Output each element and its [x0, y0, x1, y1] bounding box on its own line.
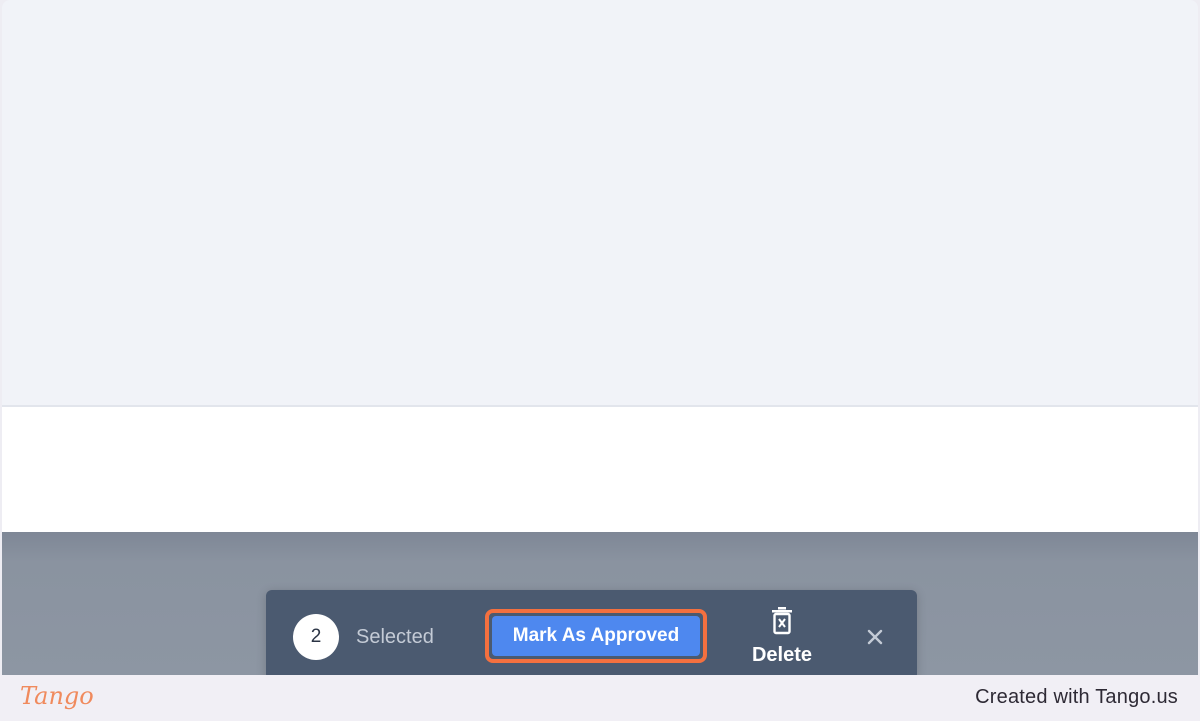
app-screenshot [2, 0, 1198, 675]
delete-label: Delete [751, 644, 813, 666]
selected-count-badge: 2 [293, 614, 339, 660]
close-icon[interactable] [864, 626, 886, 648]
selected-label: Selected [356, 626, 434, 648]
content-panel [2, 407, 1198, 532]
mark-as-approved-button[interactable]: Mark As Approved [492, 616, 700, 656]
delete-button[interactable]: Delete [740, 604, 824, 670]
bulk-action-bar: 2 Selected Mark As Approved Delete [266, 590, 917, 680]
created-with-credit: Created with Tango.us [975, 686, 1178, 708]
page-background [2, 0, 1198, 407]
tango-logo: Tango [20, 682, 94, 710]
tango-frame: 2 Selected Mark As Approved Delete Tango… [0, 0, 1200, 721]
trash-icon [770, 606, 794, 636]
